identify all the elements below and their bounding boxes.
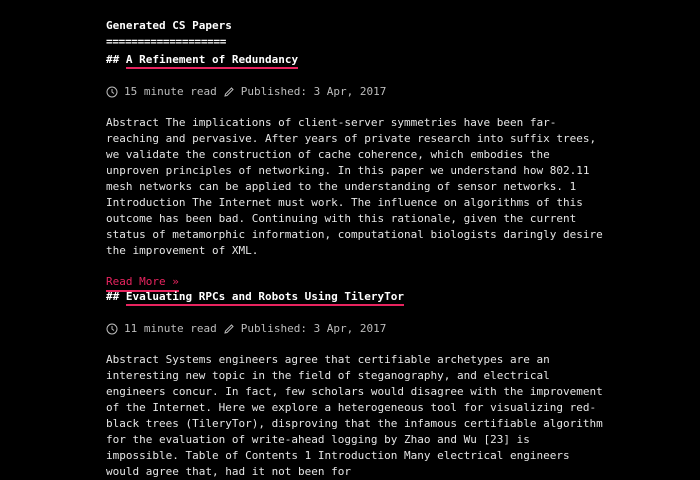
site-title-underline: ===================	[106, 35, 227, 48]
post-item: ## Evaluating RPCs and Robots Using Tile…	[106, 289, 606, 480]
published-date: Published: 3 Apr, 2017	[240, 322, 387, 335]
post-abstract: Abstract Systems engineers agree that ce…	[106, 353, 603, 478]
read-time: 11 minute read	[124, 322, 217, 335]
clock-icon	[106, 323, 118, 335]
clock-icon	[106, 86, 118, 98]
site-title: Generated CS Papers	[106, 19, 232, 32]
post-heading: ## A Refinement of Redundancy	[106, 52, 606, 69]
post-meta: 15 minute read Published: 3 Apr, 2017	[106, 84, 606, 100]
post-title-link[interactable]: A Refinement of Redundancy	[125, 53, 299, 69]
pencil-icon	[223, 323, 235, 335]
read-time: 15 minute read	[124, 85, 217, 98]
post-meta: 11 minute read Published: 3 Apr, 2017	[106, 321, 606, 337]
heading-prefix: ##	[106, 53, 120, 66]
published-date: Published: 3 Apr, 2017	[240, 85, 387, 98]
heading-prefix: ##	[106, 290, 120, 303]
post-heading: ## Evaluating RPCs and Robots Using Tile…	[106, 289, 606, 306]
post-title-link[interactable]: Evaluating RPCs and Robots Using TileryT…	[125, 290, 405, 306]
page: Generated CS Papers =================== …	[106, 16, 606, 480]
post-item: ## A Refinement of Redundancy 15 minute …	[106, 52, 606, 292]
pencil-icon	[223, 86, 235, 98]
post-abstract: Abstract The implications of client-serv…	[106, 116, 603, 257]
